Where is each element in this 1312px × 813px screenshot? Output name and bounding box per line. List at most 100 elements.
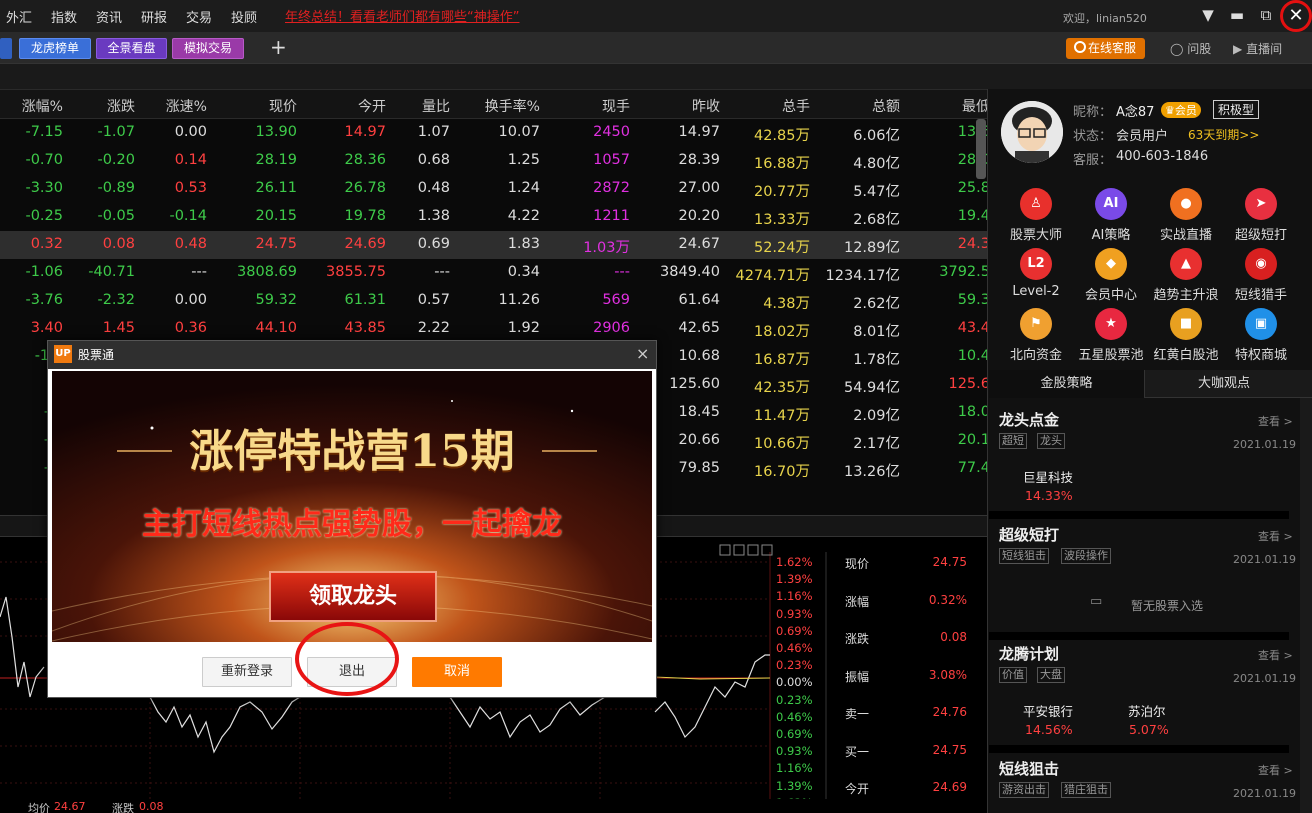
vip-badge[interactable]: ♛会员 [1161,102,1201,118]
card-more-link[interactable]: 查看 > [1258,647,1293,663]
live-room-link[interactable]: ▶ 直播间 [1233,40,1282,57]
feature-color-pool[interactable]: ■ 红黄白股池 [1152,308,1220,363]
table-cell: -0.05 [97,208,135,224]
col-header[interactable]: 总额 [872,96,900,116]
card-more-link[interactable]: 查看 > [1258,528,1293,544]
menu-forex[interactable]: 外汇 [6,7,32,26]
table-cell: 24.75 [255,236,297,252]
diamond-icon: ◆ [1095,248,1127,280]
col-header[interactable]: 涨速% [166,96,207,116]
stock-name[interactable]: 巨星科技 [1023,467,1073,486]
table-row[interactable]: -0.25 -0.05 -0.14 20.15 19.78 1.38 4.22 1211 20.… [0,203,987,231]
col-header[interactable]: 总手 [782,96,810,116]
card-more-link[interactable]: 查看 > [1258,762,1293,778]
banner-subtitle: 主打短线热点强势股，一起擒龙 [142,507,562,542]
table-cell: 18.0 [957,404,987,420]
stock-name[interactable]: 平安银行 [1023,701,1073,720]
toolbar-edge-button[interactable] [0,38,12,59]
pct-axis-label: 0.93% [776,744,813,759]
star-pool-icon: ★ [1095,308,1127,340]
feature-level2[interactable]: L2 Level-2 [1002,248,1070,299]
user-avatar[interactable] [1001,101,1063,163]
quote-table-header: 涨幅% 涨跌 涨速% 现价 今开 量比 换手率% 现手 昨收 总手 总额 最低 [0,89,990,119]
feature-live[interactable]: ● 实战直播 [1152,188,1220,243]
table-cell: 24.69 [344,236,386,252]
table-row[interactable]: 3.40 1.45 0.36 44.10 43.85 2.22 1.92 2906 42.65 1… [0,315,987,343]
online-service-button[interactable]: 在线客服 [1066,38,1145,59]
feature-rocket[interactable]: ➤ 超级短打 [1227,188,1295,243]
panel-scroll-track[interactable] [1300,398,1312,813]
menu-news[interactable]: 资讯 [96,7,122,26]
tab-gold-strategy[interactable]: 金股策略 [989,370,1145,398]
col-header[interactable]: 涨幅% [22,96,63,116]
menu-advisor[interactable]: 投顾 [231,7,257,26]
banner-title: 涨停特战营15期 [189,426,515,477]
card-title[interactable]: 龙头点金 [999,409,1059,430]
stock-name[interactable]: 苏泊尔 [1128,701,1166,720]
vip-label: 会员 [1174,104,1197,117]
relogin-button[interactable]: 重新登录 [202,657,292,687]
table-row[interactable]: -7.15 -1.07 0.00 13.90 14.97 1.07 10.07 2450 14.… [0,119,987,147]
add-tab-button[interactable]: + [270,35,287,59]
table-row[interactable]: -0.70 -0.20 0.14 28.19 28.36 0.68 1.25 1057 28.3… [0,147,987,175]
cancel-button[interactable]: 取消 [412,657,502,687]
table-row[interactable]: -3.30 -0.89 0.53 26.11 26.78 0.48 1.24 2872 27.0… [0,175,987,203]
sim-trade-button[interactable]: 模拟交易 [172,38,244,59]
card-title[interactable]: 龙腾计划 [999,643,1059,664]
table-scrollbar[interactable] [976,119,986,179]
promo-link[interactable]: 年终总结！看看老师们都有哪些“神操作” [285,6,519,25]
feature-label: Level-2 [1012,284,1060,299]
menu-index[interactable]: 指数 [51,7,77,26]
card-tag: 短线狙击 [999,548,1049,564]
claim-dragon-button[interactable]: 领取龙头 [269,571,437,622]
strategy-tabs: 金股策略 大咖观点 [989,370,1312,398]
tab-expert-views[interactable]: 大咖观点 [1146,370,1302,398]
table-cell: 1.78亿 [853,352,900,368]
menu-research[interactable]: 研报 [141,7,167,26]
pct-axis-label: 1.16% [776,589,813,604]
panorama-button[interactable]: 全景看盘 [96,38,167,59]
card-title[interactable]: 短线狙击 [999,758,1059,779]
feature-label: AI策略 [1091,228,1131,243]
feature-ai[interactable]: AI AI策略 [1077,188,1145,243]
table-cell: 24.67 [678,236,720,252]
table-row[interactable]: -1.06 -40.71 --- 3808.69 3855.75 --- 0.34 --- 38… [0,259,987,287]
ask-stock-link[interactable]: ◯ 问股 [1170,40,1211,57]
table-cell: 20.77万 [753,184,810,200]
feature-trend[interactable]: ▲ 趋势主升浪 [1152,248,1220,303]
col-header[interactable]: 换手率% [485,96,540,116]
col-header[interactable]: 最低 [962,96,990,116]
feature-master[interactable]: ♙ 股票大师 [1002,188,1070,243]
col-header[interactable]: 昨收 [692,96,720,116]
table-row[interactable]: 0.32 0.08 0.48 24.75 24.69 0.69 1.83 1.03万 24.67… [0,231,987,259]
menu-trade[interactable]: 交易 [186,7,212,26]
col-header[interactable]: 今开 [358,96,386,116]
feature-cart[interactable]: ▣ 特权商城 [1227,308,1295,363]
col-header[interactable]: 涨跌 [107,96,135,116]
feature-north[interactable]: ⚑ 北向资金 [1002,308,1070,363]
col-header[interactable]: 现手 [602,96,630,116]
dragon-tiger-button[interactable]: 龙虎榜单 [19,38,91,59]
headset-icon [1074,41,1086,53]
col-header[interactable]: 量比 [422,96,450,116]
table-row[interactable]: -3.76 -2.32 0.00 59.32 61.31 0.57 11.26 569 61.6… [0,287,987,315]
risk-type-badge[interactable]: 积极型 [1213,100,1260,119]
table-cell: 12.89亿 [843,240,900,256]
restore-icon[interactable]: ⧉ [1255,4,1277,26]
quote-side-label: 涨幅 [845,594,870,609]
card-title[interactable]: 超级短打 [999,524,1059,545]
promo-banner[interactable]: 涨停特战营15期 主打短线热点强势股，一起擒龙 领取龙头 [52,371,652,642]
card-more-link[interactable]: 查看 > [1258,413,1293,429]
minimize-icon[interactable]: ▬ [1226,4,1248,26]
feature-hunter[interactable]: ◉ 短线猎手 [1227,248,1295,303]
dropdown-icon[interactable]: ▼ [1197,4,1219,26]
pct-axis-label: 0.46% [776,641,813,655]
north-icon: ⚑ [1020,308,1052,340]
col-header[interactable]: 现价 [269,96,297,116]
table-cell: 61.64 [678,292,720,308]
expire-link[interactable]: 63天到期>> [1188,126,1259,143]
table-cell: 1057 [593,152,630,168]
feature-star-pool[interactable]: ★ 五星股票池 [1077,308,1145,363]
dialog-close-icon[interactable]: × [636,344,649,363]
feature-diamond[interactable]: ◆ 会员中心 [1077,248,1145,303]
